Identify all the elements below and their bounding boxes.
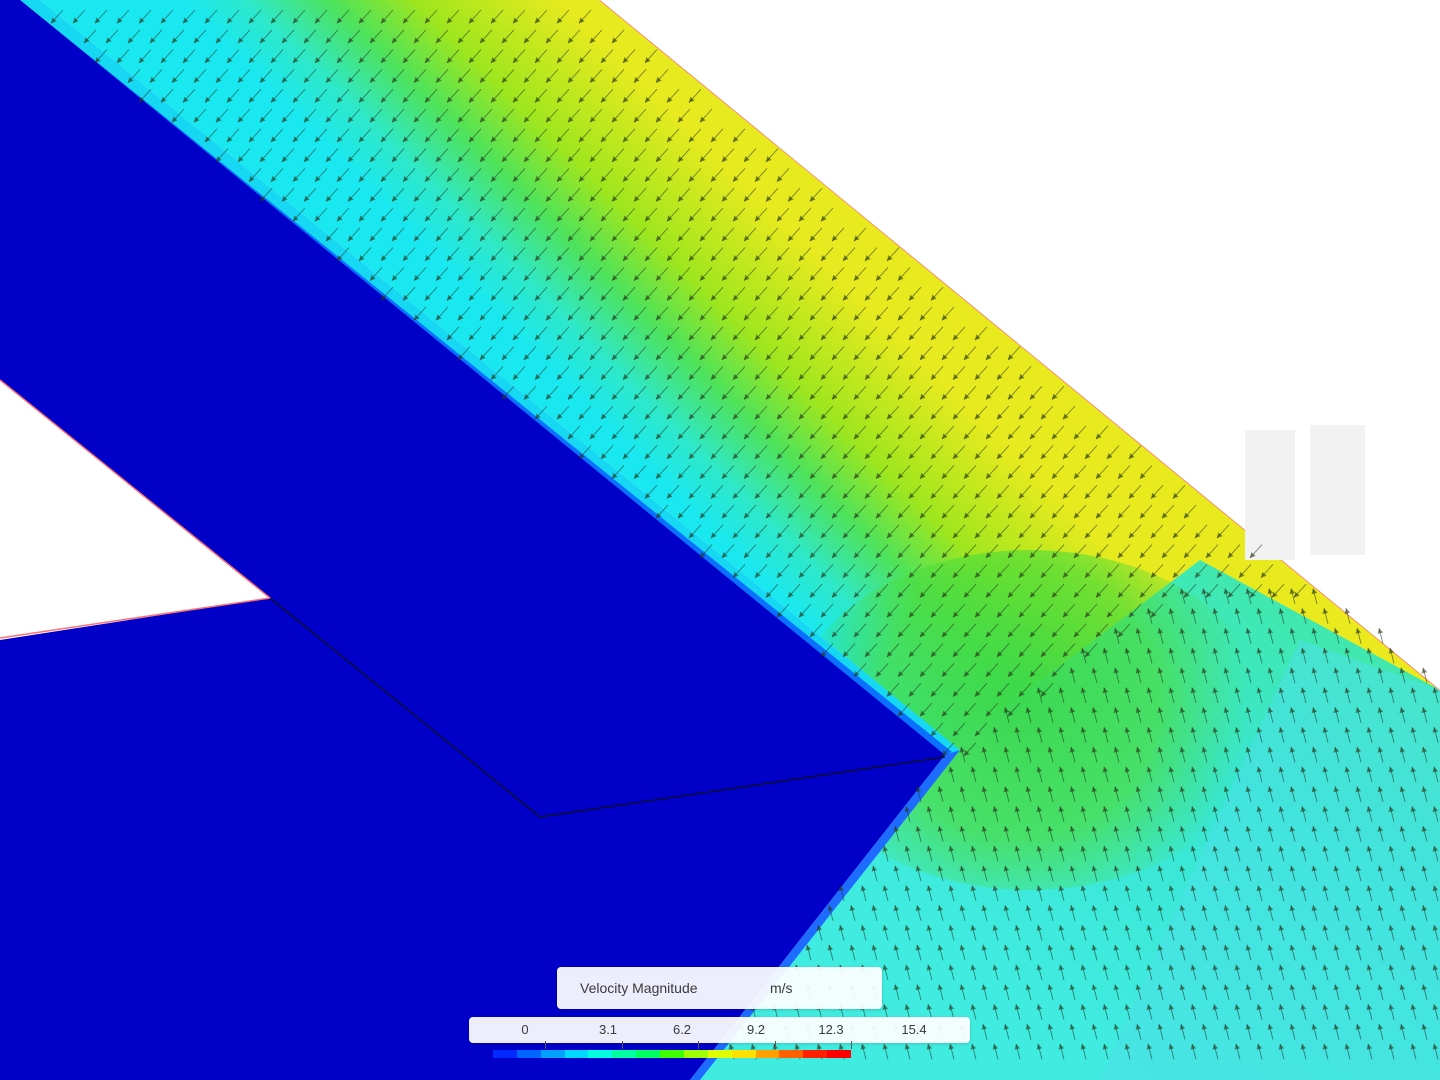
legend-tick-label: 6.2 bbox=[672, 1022, 692, 1037]
colorbar-segment bbox=[755, 1050, 780, 1058]
legend-title: Velocity Magnitude bbox=[580, 980, 698, 996]
colorbar-segment bbox=[636, 1050, 660, 1058]
velocity-field-scene[interactable] bbox=[0, 0, 1440, 1080]
colorbar-segment bbox=[827, 1050, 851, 1058]
colorbar-segment bbox=[564, 1050, 589, 1058]
colorbar-segment bbox=[779, 1050, 804, 1058]
legend-tick-label: 9.2 bbox=[746, 1022, 766, 1037]
colorbar-segment bbox=[492, 1050, 517, 1058]
legend-tick-mark bbox=[698, 1041, 699, 1049]
legend-tick-mark bbox=[775, 1041, 776, 1049]
colorbar-segment bbox=[707, 1050, 732, 1058]
legend-tick-label: 15.4 bbox=[901, 1022, 927, 1037]
legend-tick-label: 12.3 bbox=[818, 1022, 844, 1037]
simulation-viewport[interactable]: Velocity Magnitude m/s 0 3.1 6.2 9.2 12.… bbox=[0, 0, 1440, 1080]
colorbar-segment bbox=[540, 1050, 565, 1058]
colorbar-segment bbox=[612, 1050, 637, 1058]
legend-tick-mark bbox=[622, 1041, 623, 1049]
colorbar-segment bbox=[803, 1050, 828, 1058]
colorbar-segment bbox=[731, 1050, 756, 1058]
colorbar-segment bbox=[588, 1050, 613, 1058]
legend-title-panel: Velocity Magnitude m/s bbox=[557, 967, 882, 1009]
legend-tick-mark bbox=[851, 1041, 852, 1049]
legend-colorbar bbox=[469, 1050, 851, 1058]
watermark-letter-part bbox=[1310, 425, 1365, 445]
legend-scale-panel: 0 3.1 6.2 9.2 12.3 15.4 bbox=[469, 1017, 970, 1043]
legend-tick-mark bbox=[545, 1041, 546, 1049]
colorbar-segment bbox=[516, 1050, 541, 1058]
legend-tick-label: 0 bbox=[521, 1022, 529, 1037]
colorbar-segment bbox=[469, 1050, 493, 1058]
colorbar-segment bbox=[660, 1050, 684, 1058]
watermark-letter-part bbox=[1245, 430, 1295, 560]
legend-unit: m/s bbox=[770, 980, 793, 996]
colorbar-segment bbox=[683, 1050, 708, 1058]
legend-tick-label: 3.1 bbox=[598, 1022, 618, 1037]
